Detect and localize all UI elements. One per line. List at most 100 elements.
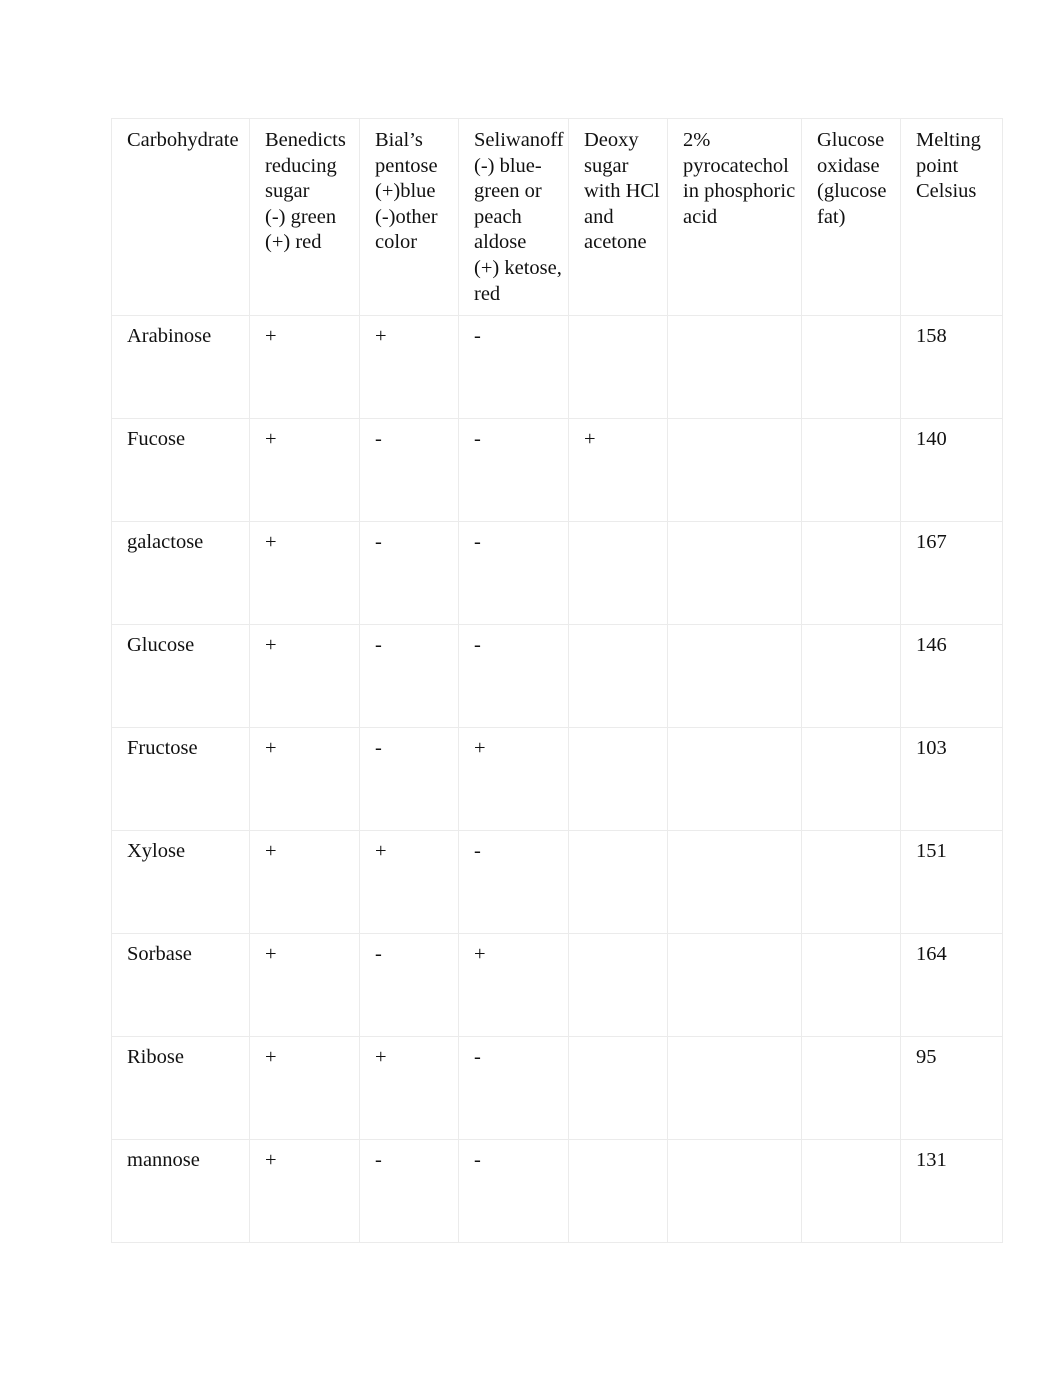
cell-carbohydrate-value: Sorbase — [127, 943, 192, 966]
cell-glucose-oxidase — [801, 418, 901, 523]
cell-pyrocatechol-value — [683, 324, 797, 325]
cell-carbohydrate-value: Fructose — [127, 737, 198, 760]
cell-carbohydrate-value: Arabinose — [127, 325, 212, 348]
table-row: mannose + - - 131 — [111, 1139, 1003, 1244]
cell-carbohydrate: Fucose — [111, 418, 250, 523]
cell-deoxy-sugar — [568, 315, 668, 420]
table-row: Fucose + - - +140 — [111, 418, 1003, 523]
cell-pyrocatechol-value — [683, 633, 797, 634]
cell-bials-value: - — [375, 634, 382, 657]
cell-glucose-oxidase — [801, 315, 901, 420]
cell-pyrocatechol-value — [683, 1045, 797, 1046]
cell-glucose-oxidase-value — [817, 427, 896, 428]
cell-glucose-oxidase — [801, 727, 901, 832]
cell-bials: - — [359, 933, 459, 1038]
cell-melting-point: 140 — [900, 418, 1003, 523]
cell-deoxy-sugar-value — [584, 633, 663, 634]
cell-deoxy-sugar-value — [584, 942, 663, 943]
cell-carbohydrate: Xylose — [111, 830, 250, 935]
column-header-benedicts: Benedicts reducing sugar (-) green (+) r… — [249, 117, 360, 317]
cell-deoxy-sugar — [568, 521, 668, 626]
cell-melting-point-value: 167 — [916, 531, 947, 554]
cell-carbohydrate: Arabinose — [111, 315, 250, 420]
cell-carbohydrate-value: Fucose — [127, 428, 186, 451]
cell-carbohydrate: Glucose — [111, 624, 250, 729]
cell-bials: - — [359, 521, 459, 626]
cell-benedicts-value: + — [265, 634, 277, 657]
column-header-bials-label: Bial’s pentose (+)blue (-)other color — [375, 129, 438, 254]
column-header-pyrocatechol-label: 2% pyrocatechol in phosphoric acid — [683, 129, 796, 228]
cell-melting-point: 151 — [900, 830, 1003, 935]
carbohydrate-test-table: Carbohydrate Benedicts reducing sugar (-… — [111, 117, 1003, 1244]
cell-benedicts: + — [249, 418, 360, 523]
cell-carbohydrate-value: Xylose — [127, 840, 186, 863]
cell-bials: + — [359, 1036, 459, 1141]
cell-benedicts: + — [249, 315, 360, 420]
cell-melting-point: 146 — [900, 624, 1003, 729]
cell-melting-point: 167 — [900, 521, 1003, 626]
cell-melting-point-value: 131 — [916, 1149, 947, 1172]
table-row: Sorbase + - +164 — [111, 933, 1003, 1038]
cell-carbohydrate: Sorbase — [111, 933, 250, 1038]
cell-bials-value: + — [375, 840, 387, 863]
cell-pyrocatechol — [667, 830, 802, 935]
cell-bials-value: - — [375, 943, 382, 966]
table-row: Ribose + + - 95 — [111, 1036, 1003, 1141]
cell-pyrocatechol — [667, 1139, 802, 1244]
cell-glucose-oxidase-value — [817, 942, 896, 943]
cell-deoxy-sugar-value: + — [584, 428, 596, 451]
cell-deoxy-sugar-value — [584, 839, 663, 840]
cell-glucose-oxidase — [801, 933, 901, 1038]
column-header-melting-point: Melting point Celsius — [900, 117, 1003, 317]
cell-carbohydrate: mannose — [111, 1139, 250, 1244]
cell-seliwanoff: - — [458, 418, 569, 523]
table-header-row: Carbohydrate Benedicts reducing sugar (-… — [111, 117, 1003, 317]
cell-deoxy-sugar — [568, 1139, 668, 1244]
cell-benedicts-value: + — [265, 531, 277, 554]
cell-melting-point: 95 — [900, 1036, 1003, 1141]
cell-seliwanoff-value: - — [474, 840, 481, 863]
cell-bials: - — [359, 727, 459, 832]
cell-deoxy-sugar — [568, 830, 668, 935]
cell-seliwanoff: - — [458, 1036, 569, 1141]
cell-seliwanoff: - — [458, 521, 569, 626]
cell-seliwanoff-value: - — [474, 325, 481, 348]
table-row: Xylose + + - 151 — [111, 830, 1003, 935]
cell-pyrocatechol-value — [683, 736, 797, 737]
cell-deoxy-sugar — [568, 727, 668, 832]
column-header-benedicts-label: Benedicts reducing sugar (-) green (+) r… — [265, 129, 346, 254]
cell-seliwanoff-value: - — [474, 634, 481, 657]
cell-seliwanoff-value: - — [474, 1046, 481, 1069]
column-header-glucose-oxidase: Glucose oxidase (glucose fat) — [801, 117, 901, 317]
cell-carbohydrate: Ribose — [111, 1036, 250, 1141]
cell-deoxy-sugar-value — [584, 530, 663, 531]
cell-melting-point: 158 — [900, 315, 1003, 420]
carbohydrate-test-table-container: Carbohydrate Benedicts reducing sugar (-… — [111, 117, 1003, 1244]
cell-deoxy-sugar-value — [584, 736, 663, 737]
table-row: galactose + - - 167 — [111, 521, 1003, 626]
column-header-seliwanoff: Seliwanoff (-) blue-green or peach aldos… — [458, 117, 569, 317]
table-header: Carbohydrate Benedicts reducing sugar (-… — [111, 117, 1003, 317]
cell-deoxy-sugar-value — [584, 324, 663, 325]
column-header-bials: Bial’s pentose (+)blue (-)other color — [359, 117, 459, 317]
cell-benedicts: + — [249, 624, 360, 729]
cell-carbohydrate-value: galactose — [127, 531, 204, 554]
cell-bials-value: - — [375, 531, 382, 554]
cell-carbohydrate-value: Glucose — [127, 634, 195, 657]
cell-deoxy-sugar-value — [584, 1148, 663, 1149]
cell-glucose-oxidase-value — [817, 633, 896, 634]
cell-glucose-oxidase-value — [817, 324, 896, 325]
column-header-carbohydrate-label: Carbohydrate — [127, 129, 239, 151]
cell-glucose-oxidase — [801, 1036, 901, 1141]
cell-seliwanoff-value: - — [474, 1149, 481, 1172]
cell-melting-point: 164 — [900, 933, 1003, 1038]
cell-pyrocatechol-value — [683, 942, 797, 943]
cell-benedicts-value: + — [265, 943, 277, 966]
cell-seliwanoff-value: + — [474, 943, 486, 966]
cell-seliwanoff: - — [458, 830, 569, 935]
cell-pyrocatechol — [667, 1036, 802, 1141]
cell-bials: - — [359, 418, 459, 523]
cell-glucose-oxidase-value — [817, 1045, 896, 1046]
cell-pyrocatechol — [667, 933, 802, 1038]
cell-carbohydrate: galactose — [111, 521, 250, 626]
